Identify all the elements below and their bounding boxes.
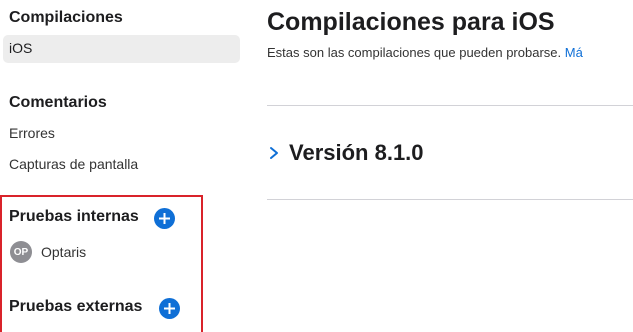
sidebar-item-optaris[interactable]: Optaris (41, 244, 86, 260)
sidebar-section-builds-title: Compilaciones (9, 9, 123, 26)
app-window: Compilaciones iOS Comentarios Errores Ca… (0, 0, 633, 332)
page-subtitle: Estas son las compilaciones que pueden p… (267, 45, 583, 60)
chevron-right-icon (270, 147, 278, 159)
main-content: Compilaciones para iOS Estas son las com… (250, 0, 633, 332)
sidebar-section-feedback-title: Comentarios (9, 94, 107, 111)
add-internal-group-button[interactable] (154, 208, 175, 229)
more-link[interactable]: Má (565, 45, 583, 60)
sidebar-item-ios[interactable]: iOS (3, 35, 240, 63)
version-label: Versión 8.1.0 (289, 140, 424, 165)
divider (267, 105, 633, 106)
page-title: Compilaciones para iOS (267, 8, 555, 36)
sidebar-item-screenshots[interactable]: Capturas de pantalla (9, 156, 138, 172)
divider (267, 199, 633, 200)
avatar: OP (10, 241, 32, 263)
sidebar-item-label: iOS (9, 40, 33, 56)
plus-circle-icon (164, 303, 175, 314)
sidebar-section-internal-testing-title: Pruebas internas (9, 208, 139, 225)
add-external-group-button[interactable] (159, 298, 180, 319)
sidebar-item-errors[interactable]: Errores (9, 125, 55, 141)
version-row[interactable]: Versión 8.1.0 (267, 136, 424, 170)
subtitle-text: Estas son las compilaciones que pueden p… (267, 45, 562, 60)
plus-circle-icon (159, 213, 170, 224)
sidebar: Compilaciones iOS Comentarios Errores Ca… (0, 0, 250, 332)
sidebar-section-external-testing-title: Pruebas externas (9, 298, 143, 315)
